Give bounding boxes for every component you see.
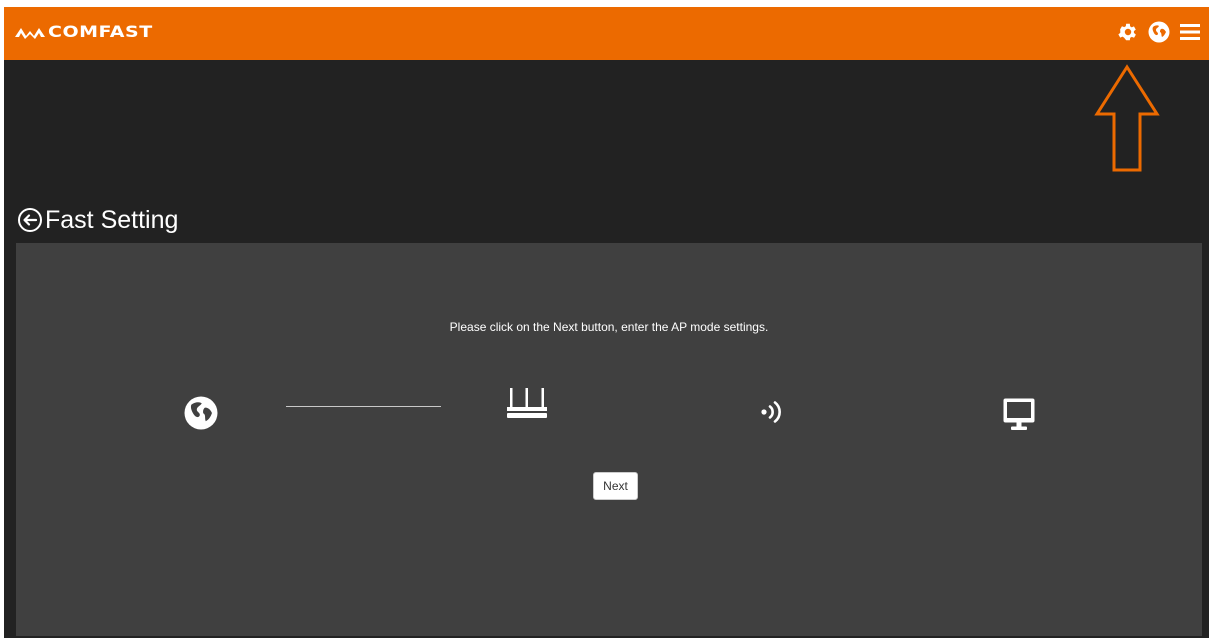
next-button[interactable]: Next [593,472,638,500]
top-bar: COMFAST [4,7,1209,60]
router-icon [507,388,547,418]
connection-line [286,406,441,407]
gear-icon[interactable] [1117,21,1139,43]
page-title-text: Fast Setting [45,205,179,234]
annotation-arrow-icon [1094,64,1160,172]
globe-icon [184,396,218,430]
top-toolbar [1117,19,1201,45]
circle-arrow-left-icon[interactable] [17,207,43,233]
wizard-panel: Please click on the Next button, enter t… [16,243,1202,636]
brand-name: COMFAST [48,22,153,42]
app-frame: COMFAST Fast Setting Please click on the… [4,7,1209,638]
globe-icon[interactable] [1147,20,1171,44]
wireless-signal-icon [761,401,781,423]
menu-icon[interactable] [1179,21,1201,43]
page-title: Fast Setting [17,204,178,236]
comfast-logo-icon [15,28,45,39]
monitor-icon [1003,398,1035,430]
brand-logo[interactable]: COMFAST [14,20,153,44]
instruction-text: Please click on the Next button, enter t… [449,320,769,334]
